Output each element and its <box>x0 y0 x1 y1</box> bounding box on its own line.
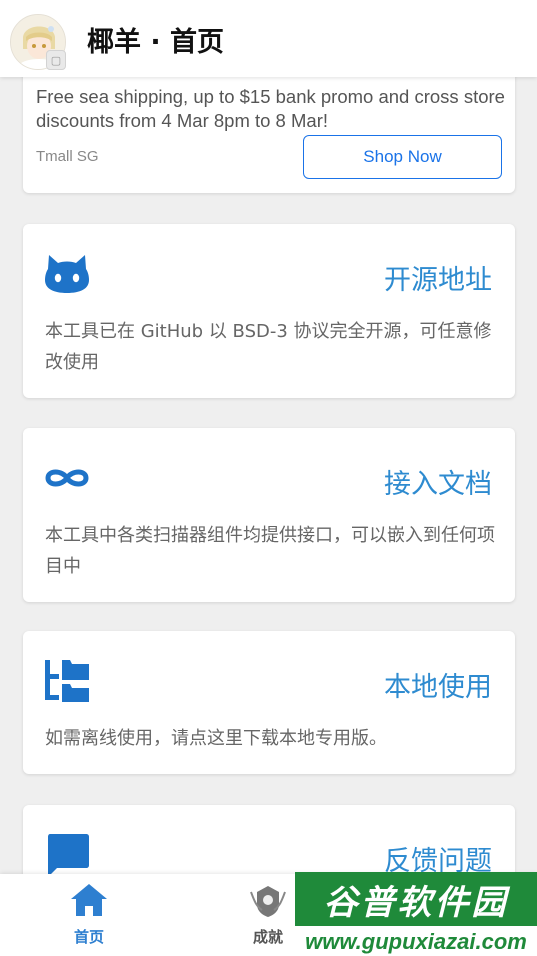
api-docs-card[interactable]: 接入文档 本工具中各类扫描器组件均提供接口，可以嵌入到任何项目中 <box>23 428 515 602</box>
nav-label-achievements: 成就 <box>252 928 283 946</box>
nav-label-home: 首页 <box>73 928 104 946</box>
avatar-badge-icon: ▢ <box>46 50 66 70</box>
shop-now-button[interactable]: Shop Now <box>303 135 502 179</box>
open-source-desc: 本工具已在 GitHub 以 BSD-3 协议完全开源，可任意修改使用 <box>45 321 492 373</box>
app-header: ▢ 椰羊 · 首页 <box>0 0 537 77</box>
feedback-title: 反馈问题 <box>384 846 492 874</box>
achievement-emblem-icon <box>250 886 286 917</box>
ad-text: Free sea shipping, up to $15 bank promo … <box>36 86 505 131</box>
github-icon <box>45 255 89 293</box>
home-icon <box>71 884 107 916</box>
site-watermark: 谷普软件园 www.gupuxiazai.com <box>295 872 537 956</box>
chat-bubble-icon <box>48 834 89 874</box>
folder-tree-icon <box>45 660 89 702</box>
ad-source: Tmall SG <box>36 148 99 165</box>
feedback-card[interactable]: 反馈问题 <box>23 805 515 874</box>
infinity-icon <box>45 469 89 487</box>
main-scroll-area[interactable]: Free sea shipping, up to $15 bank promo … <box>0 0 537 874</box>
page-title: 椰羊 · 首页 <box>87 27 225 58</box>
watermark-url: www.gupuxiazai.com <box>295 927 537 956</box>
nav-item-home[interactable]: 首页 <box>49 880 129 952</box>
local-use-desc: 如需离线使用，请点这里下载本地专用版。 <box>45 728 387 749</box>
open-source-title: 开源地址 <box>384 265 492 296</box>
api-docs-desc: 本工具中各类扫描器组件均提供接口，可以嵌入到任何项目中 <box>45 525 495 577</box>
open-source-card[interactable]: 开源地址 本工具已在 GitHub 以 BSD-3 协议完全开源，可任意修改使用 <box>23 224 515 398</box>
local-use-card[interactable]: 本地使用 如需离线使用，请点这里下载本地专用版。 <box>23 631 515 774</box>
api-docs-title: 接入文档 <box>384 469 492 500</box>
app-root: Free sea shipping, up to $15 bank promo … <box>0 0 537 956</box>
local-use-title: 本地使用 <box>384 672 492 703</box>
watermark-cn: 谷普软件园 <box>295 872 537 926</box>
